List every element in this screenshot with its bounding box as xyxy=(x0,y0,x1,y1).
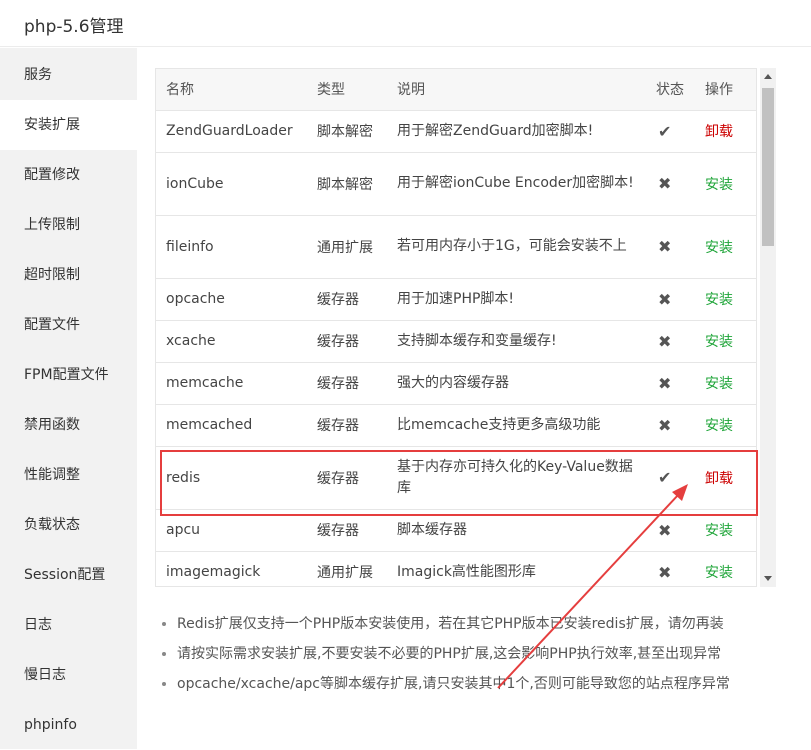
scroll-up-arrow-icon[interactable] xyxy=(764,74,772,79)
sidebar-item-performance-tuning[interactable]: 性能调整 xyxy=(0,450,137,500)
ext-desc: 基于内存亦可持久化的Key-Value数据库 xyxy=(387,446,646,510)
scrollbar-thumb[interactable] xyxy=(762,88,774,246)
install-link[interactable]: 安装 xyxy=(695,278,756,321)
cross-icon: ✖ xyxy=(646,404,695,447)
cross-icon: ✖ xyxy=(646,278,695,321)
ext-type: 缓存器 xyxy=(307,404,387,447)
ext-name: fileinfo xyxy=(156,215,307,279)
uninstall-link[interactable]: 卸载 xyxy=(695,446,756,510)
ext-desc: 用于加速PHP脚本! xyxy=(387,278,646,321)
scroll-down-arrow-icon[interactable] xyxy=(764,576,772,581)
ext-name: opcache xyxy=(156,278,307,321)
sidebar-item-slow-log[interactable]: 慢日志 xyxy=(0,650,137,700)
sidebar-item-install-extensions[interactable]: 安装扩展 xyxy=(0,100,137,150)
ext-desc: 比memcache支持更多高级功能 xyxy=(387,404,646,447)
install-link[interactable]: 安装 xyxy=(695,404,756,447)
ext-desc: Imagick高性能图形库 xyxy=(387,551,646,586)
table-row: fileinfo 通用扩展 若可用内存小于1G，可能会安装不上 ✖ 安装 xyxy=(156,215,756,279)
note-item: 请按实际需求安装扩展,不要安装不必要的PHP扩展,这会影响PHP执行效率,甚至出… xyxy=(177,644,811,674)
cross-icon: ✖ xyxy=(646,152,695,216)
table-row: memcache 缓存器 强大的内容缓存器 ✖ 安装 xyxy=(156,362,756,405)
sidebar-item-fpm-config-file[interactable]: FPM配置文件 xyxy=(0,350,137,400)
header-status: 状态 xyxy=(646,69,695,111)
ext-name: ionCube xyxy=(156,152,307,216)
sidebar-item-upload-limit[interactable]: 上传限制 xyxy=(0,200,137,250)
ext-type: 缓存器 xyxy=(307,278,387,321)
sidebar-item-log[interactable]: 日志 xyxy=(0,600,137,650)
ext-name: imagemagick xyxy=(156,551,307,586)
header-type: 类型 xyxy=(307,69,387,111)
ext-desc: 用于解密ZendGuard加密脚本! xyxy=(387,110,646,153)
install-link[interactable]: 安装 xyxy=(695,215,756,279)
sidebar-item-service[interactable]: 服务 xyxy=(0,50,137,100)
ext-type: 缓存器 xyxy=(307,320,387,363)
ext-desc: 支持脚本缓存和变量缓存! xyxy=(387,320,646,363)
ext-name: apcu xyxy=(156,509,307,552)
install-link[interactable]: 安装 xyxy=(695,320,756,363)
sidebar-item-config-edit[interactable]: 配置修改 xyxy=(0,150,137,200)
ext-type: 通用扩展 xyxy=(307,551,387,586)
ext-name: memcache xyxy=(156,362,307,405)
ext-type: 脚本解密 xyxy=(307,110,387,153)
install-link[interactable]: 安装 xyxy=(695,152,756,216)
sidebar-item-config-file[interactable]: 配置文件 xyxy=(0,300,137,350)
cross-icon: ✖ xyxy=(646,362,695,405)
main-content: 名称 类型 说明 状态 操作 ZendGuardLoader 脚本解密 用于解密… xyxy=(137,48,811,749)
ext-type: 缓存器 xyxy=(307,509,387,552)
sidebar-item-session-config[interactable]: Session配置 xyxy=(0,550,137,600)
check-icon: ✔ xyxy=(646,446,695,510)
install-link[interactable]: 安装 xyxy=(695,362,756,405)
ext-type: 缓存器 xyxy=(307,446,387,510)
ext-type: 脚本解密 xyxy=(307,152,387,216)
table-row: opcache 缓存器 用于加速PHP脚本! ✖ 安装 xyxy=(156,278,756,321)
table-row: imagemagick 通用扩展 Imagick高性能图形库 ✖ 安装 xyxy=(156,551,756,586)
header-name: 名称 xyxy=(156,69,307,111)
ext-type: 缓存器 xyxy=(307,362,387,405)
cross-icon: ✖ xyxy=(646,509,695,552)
extensions-table: 名称 类型 说明 状态 操作 ZendGuardLoader 脚本解密 用于解密… xyxy=(156,69,756,586)
table-row: memcached 缓存器 比memcache支持更多高级功能 ✖ 安装 xyxy=(156,404,756,447)
sidebar-item-disabled-functions[interactable]: 禁用函数 xyxy=(0,400,137,450)
table-row: ZendGuardLoader 脚本解密 用于解密ZendGuard加密脚本! … xyxy=(156,110,756,153)
cross-icon: ✖ xyxy=(646,215,695,279)
window-titlebar: php-5.6管理 xyxy=(0,0,811,47)
cross-icon: ✖ xyxy=(646,551,695,586)
extensions-table-container[interactable]: 名称 类型 说明 状态 操作 ZendGuardLoader 脚本解密 用于解密… xyxy=(155,68,757,587)
ext-desc: 用于解密ionCube Encoder加密脚本! xyxy=(387,152,646,216)
cross-icon: ✖ xyxy=(646,320,695,363)
ext-name: xcache xyxy=(156,320,307,363)
note-item: opcache/xcache/apc等脚本缓存扩展,请只安装其中1个,否则可能导… xyxy=(177,674,811,704)
sidebar-item-load-status[interactable]: 负载状态 xyxy=(0,500,137,550)
table-row: xcache 缓存器 支持脚本缓存和变量缓存! ✖ 安装 xyxy=(156,320,756,363)
ext-desc: 强大的内容缓存器 xyxy=(387,362,646,405)
table-row: redis 缓存器 基于内存亦可持久化的Key-Value数据库 ✔ 卸载 xyxy=(156,446,756,510)
table-header-row: 名称 类型 说明 状态 操作 xyxy=(156,69,756,111)
ext-desc: 若可用内存小于1G，可能会安装不上 xyxy=(387,215,646,279)
ext-type: 通用扩展 xyxy=(307,215,387,279)
ext-name: memcached xyxy=(156,404,307,447)
sidebar-item-phpinfo[interactable]: phpinfo xyxy=(0,700,137,750)
header-action: 操作 xyxy=(695,69,756,111)
window-title: php-5.6管理 xyxy=(24,17,124,37)
header-desc: 说明 xyxy=(387,69,646,111)
ext-desc: 脚本缓存器 xyxy=(387,509,646,552)
table-scrollbar[interactable] xyxy=(760,68,776,587)
notes-list: Redis扩展仅支持一个PHP版本安装使用，若在其它PHP版本已安装redis扩… xyxy=(155,614,811,704)
ext-name: ZendGuardLoader xyxy=(156,110,307,153)
sidebar: 服务 安装扩展 配置修改 上传限制 超时限制 配置文件 FPM配置文件 禁用函数… xyxy=(0,48,137,749)
table-row: apcu 缓存器 脚本缓存器 ✖ 安装 xyxy=(156,509,756,552)
install-link[interactable]: 安装 xyxy=(695,509,756,552)
uninstall-link[interactable]: 卸载 xyxy=(695,110,756,153)
note-item: Redis扩展仅支持一个PHP版本安装使用，若在其它PHP版本已安装redis扩… xyxy=(177,614,811,644)
ext-name: redis xyxy=(156,446,307,510)
install-link[interactable]: 安装 xyxy=(695,551,756,586)
table-row: ionCube 脚本解密 用于解密ionCube Encoder加密脚本! ✖ … xyxy=(156,152,756,216)
check-icon: ✔ xyxy=(646,110,695,153)
sidebar-item-timeout-limit[interactable]: 超时限制 xyxy=(0,250,137,300)
